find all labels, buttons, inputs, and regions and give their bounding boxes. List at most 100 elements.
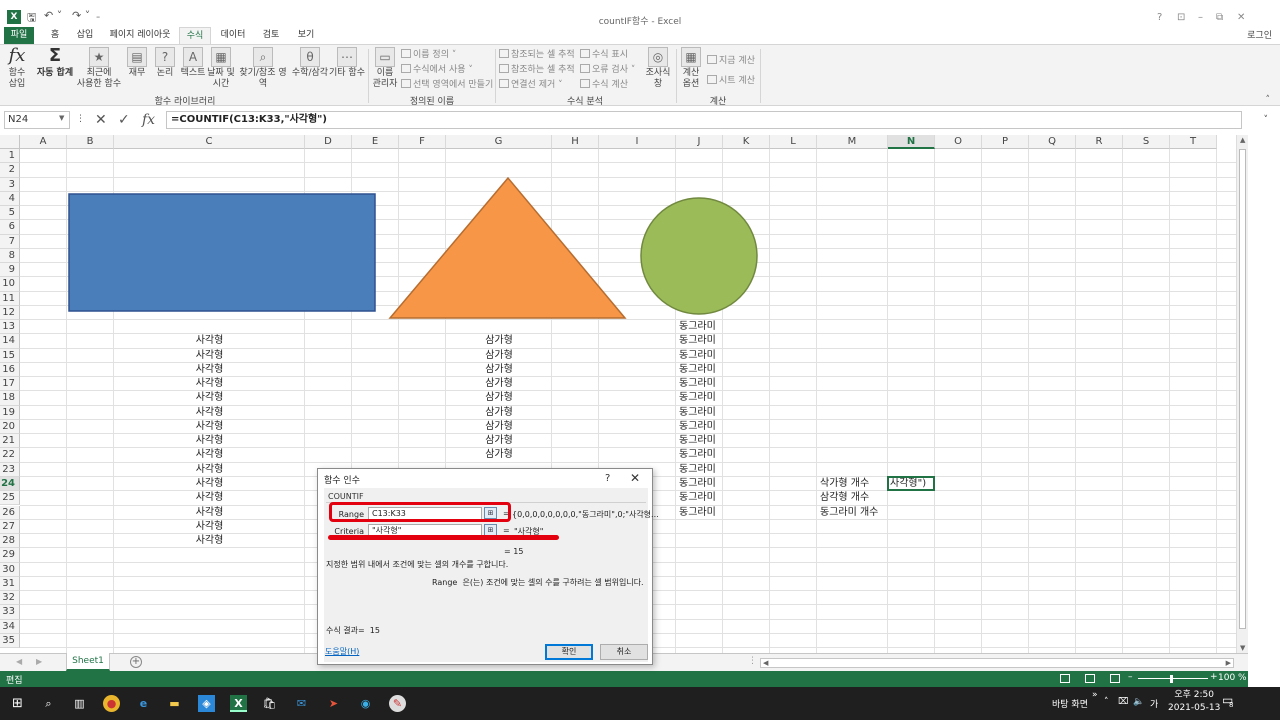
excel-taskbar-icon[interactable]: X [230, 695, 247, 712]
minimize-icon[interactable]: – [1198, 12, 1203, 23]
search-icon[interactable]: ⌕ [40, 695, 57, 712]
logical-button[interactable]: ? 논리 [154, 47, 176, 79]
tab-insert[interactable]: 삽입 [70, 27, 100, 45]
clock[interactable]: 오후 2:50 2021-05-13 [1168, 689, 1220, 715]
tab-file[interactable]: 파일 [4, 27, 34, 45]
active-cell-n24[interactable]: 사각형") [887, 475, 935, 492]
define-name-button[interactable]: 이름 정의 ˅ [401, 47, 456, 60]
triangle-shape[interactable] [388, 176, 627, 319]
collapse-ribbon-icon[interactable]: ˄ [1266, 95, 1271, 105]
zoom-slider[interactable] [1138, 678, 1208, 679]
tab-home[interactable]: 홈 [42, 27, 68, 45]
page-layout-view-icon[interactable] [1085, 674, 1095, 683]
zoom-in-icon[interactable]: + [1210, 672, 1218, 682]
scroll-right-icon[interactable]: ▶ [1226, 659, 1231, 667]
vertical-scrollbar[interactable]: ▲ ▼ [1236, 135, 1248, 653]
tab-data[interactable]: 데이터 [216, 27, 250, 45]
watch-window-button[interactable]: ◎ 조사식 창 [642, 47, 674, 90]
recently-used-label: 최근에 사용한 함수 [76, 68, 122, 89]
zoom-level[interactable]: 100 % [1218, 673, 1247, 683]
chrome-icon[interactable]: ● [103, 695, 120, 712]
volume-icon[interactable]: 🔈 [1133, 697, 1144, 707]
task-view-icon[interactable]: ▥ [71, 695, 88, 712]
sheet-tab-sheet1[interactable]: Sheet1 [66, 653, 110, 671]
dialog-close-icon[interactable]: ✕ [630, 471, 640, 485]
edge-icon[interactable]: ◉ [357, 695, 374, 712]
edge-legacy-icon[interactable]: e [135, 695, 152, 712]
rectangle-shape[interactable] [68, 193, 376, 312]
name-box-dropdown-icon[interactable]: ▼ [59, 114, 64, 122]
formula-input[interactable]: =COUNTIF(C13:K33,"사각형") [166, 111, 1242, 129]
split-handle-icon[interactable]: ⋮ [748, 656, 757, 666]
prev-sheet-icon[interactable]: ◀ [16, 657, 22, 666]
desktop-label[interactable]: 바탕 화면 [1052, 697, 1088, 710]
evaluate-formula-button[interactable]: 수식 계산 [580, 77, 628, 90]
app-icon[interactable]: ✎ [389, 695, 406, 712]
file-explorer-icon[interactable]: ▬ [166, 695, 183, 712]
scroll-left-icon[interactable]: ◀ [763, 659, 768, 667]
trace-precedents-button[interactable]: 참조되는 셀 추적 [499, 47, 575, 60]
cancel-entry-icon[interactable]: ✕ [95, 112, 107, 128]
help-link[interactable]: 도움말(H) [325, 646, 359, 657]
app-icon[interactable]: ◈ [198, 695, 215, 712]
zoom-out-icon[interactable]: – [1128, 672, 1133, 682]
circle-shape[interactable] [640, 197, 758, 315]
calc-sheet-icon [707, 75, 717, 84]
ribbon-display-icon[interactable]: ⊡ [1177, 12, 1185, 23]
autosum-button[interactable]: Σ 자동 합계 [34, 47, 76, 79]
windows-start-icon[interactable]: ⊞ [9, 695, 26, 712]
create-from-selection-button[interactable]: 선택 영역에서 만들기 [401, 77, 493, 90]
scroll-down-icon[interactable]: ▼ [1240, 644, 1245, 652]
calc-options-button[interactable]: ▦ 계산 옵션 [678, 47, 704, 90]
insert-function-button[interactable]: fx 함수 삽입 [4, 47, 30, 90]
help-icon[interactable]: ? [1157, 12, 1162, 23]
close-icon[interactable]: ✕ [1237, 12, 1245, 23]
fx-icon[interactable]: fx [142, 112, 155, 128]
watch-icon: ◎ [648, 47, 668, 67]
tray-expand-icon[interactable]: » [1092, 690, 1098, 700]
network-icon[interactable]: ⌧ [1118, 697, 1128, 707]
calc-sheet-button[interactable]: 시트 계산 [707, 73, 755, 86]
financial-button[interactable]: ▤ 재무 [126, 47, 148, 79]
error-checking-button[interactable]: 오류 검사 ˅ [580, 62, 635, 75]
enter-check-icon[interactable]: ✓ [118, 112, 130, 128]
tab-view[interactable]: 보기 [290, 27, 322, 45]
tab-review[interactable]: 검토 [255, 27, 287, 45]
trace-dependents-button[interactable]: 참조하는 셀 추적 [499, 62, 575, 75]
mail-icon[interactable]: ✉ [293, 695, 310, 712]
restore-icon[interactable]: ⧉ [1216, 12, 1223, 23]
zoom-slider-knob[interactable] [1170, 675, 1173, 683]
tab-page-layout[interactable]: 페이지 레이아웃 [104, 27, 176, 45]
use-in-formula-button[interactable]: 수식에서 사용 ˅ [401, 62, 473, 75]
next-sheet-icon[interactable]: ▶ [36, 657, 42, 666]
math-trig-button[interactable]: θ 수학/삼각 [290, 47, 330, 79]
recently-used-button[interactable]: ★ 최근에 사용한 함수 [76, 47, 122, 90]
formula-result-value: 15 [369, 626, 380, 635]
remove-arrows-button[interactable]: 연결선 제거 ˅ [499, 77, 563, 90]
date-time-button[interactable]: ▦ 날짜 및 시간 [206, 47, 236, 90]
clock-date: 2021-05-13 [1168, 703, 1221, 713]
normal-view-icon[interactable] [1060, 674, 1070, 683]
define-name-label: 이름 정의 [413, 50, 449, 60]
more-functions-button[interactable]: ⋯ 기타 함수 [328, 47, 366, 79]
calc-now-button[interactable]: 지금 계산 [707, 53, 755, 66]
tray-chevron-icon[interactable]: ˄ [1104, 697, 1109, 707]
horizontal-scrollbar[interactable]: ◀ ▶ [760, 658, 1234, 668]
dialog-help-icon[interactable]: ? [605, 473, 610, 484]
lookup-button[interactable]: ⌕ 찾기/참조 영역 [236, 47, 290, 90]
cancel-button[interactable]: 취소 [600, 644, 648, 660]
add-sheet-icon[interactable]: + [130, 656, 142, 668]
app-icon[interactable]: ➤ [325, 695, 342, 712]
ime-indicator[interactable]: 가 [1150, 697, 1158, 710]
expand-formula-bar-icon[interactable]: ˅ [1264, 115, 1269, 125]
text-button[interactable]: A 텍스트 [178, 47, 208, 79]
ok-button[interactable]: 확인 [545, 644, 593, 660]
scroll-up-icon[interactable]: ▲ [1240, 136, 1245, 144]
evaluate-formula-icon [580, 79, 590, 88]
show-formulas-button[interactable]: 수식 표시 [580, 47, 628, 60]
store-icon[interactable]: 🛍 [261, 695, 278, 712]
tab-formulas[interactable]: 수식 [179, 27, 211, 45]
vertical-scroll-thumb[interactable] [1239, 149, 1246, 629]
name-manager-button[interactable]: ▭ 이름 관리자 [370, 47, 400, 90]
page-break-view-icon[interactable] [1110, 674, 1120, 683]
